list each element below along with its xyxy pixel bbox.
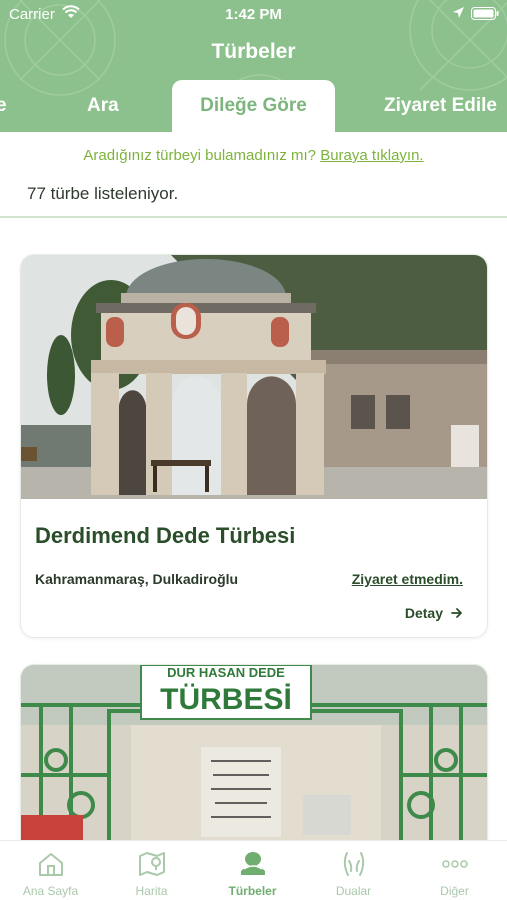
- tomb-photo: [21, 255, 487, 499]
- tomb-card[interactable]: DUR HASAN DEDE TÜRBESİ: [20, 664, 488, 854]
- detail-label: Detay: [404, 605, 443, 621]
- sign-main-text: TÜRBESİ: [160, 683, 292, 716]
- tab-visited[interactable]: Ziyaret Edile: [384, 80, 497, 132]
- praying-hands-icon: [343, 852, 365, 876]
- detail-button[interactable]: Detay: [405, 605, 463, 621]
- not-found-text: Aradığınız türbeyi bulamadınız mı?: [83, 147, 317, 164]
- tab-by-wish[interactable]: Dileğe Göre: [172, 80, 335, 132]
- bottom-tab-bar: Ana Sayfa Harita Türbeler Dualar Diğer: [0, 840, 507, 900]
- segment-tabs: e Ara Dileğe Göre Ziyaret Edile: [0, 80, 507, 132]
- status-bar: Carrier 1:42 PM: [0, 0, 507, 28]
- tabbar-label: Ana Sayfa: [22, 884, 79, 898]
- tabbar-label: Harita: [135, 884, 168, 898]
- tabbar-item-prayers[interactable]: Dualar: [303, 841, 404, 900]
- tabbar-label: Diğer: [440, 884, 469, 898]
- not-found-prompt: Aradığınız türbeyi bulamadınız mı? Buray…: [0, 147, 507, 164]
- location-arrow-icon: [453, 7, 464, 18]
- page-title: Türbeler: [211, 40, 296, 63]
- map-icon: [139, 852, 165, 876]
- divider: [0, 216, 507, 218]
- sign-top-text: DUR HASAN DEDE: [167, 665, 285, 680]
- arrow-right-icon: [451, 608, 462, 618]
- tabbar-item-more[interactable]: Diğer: [404, 841, 505, 900]
- tabbar-label: Türbeler: [228, 884, 277, 898]
- tab-previous[interactable]: e: [0, 80, 7, 132]
- tabbar-label: Dualar: [335, 884, 372, 898]
- tabbar-item-tombs[interactable]: Türbeler: [202, 841, 303, 900]
- tomb-photo: DUR HASAN DEDE TÜRBESİ: [21, 665, 487, 853]
- header: Carrier 1:42 PM Türbeler e Ara Dileğe Gö…: [0, 0, 507, 132]
- home-icon: [39, 853, 63, 876]
- tomb-name: Derdimend Dede Türbesi: [35, 523, 296, 548]
- tabbar-item-home[interactable]: Ana Sayfa: [0, 841, 101, 900]
- visit-status-link[interactable]: Ziyaret etmedim.: [352, 571, 463, 587]
- result-count: 77 türbe listeleniyor.: [27, 184, 179, 203]
- status-time: 1:42 PM: [225, 6, 282, 23]
- tab-search[interactable]: Ara: [87, 80, 119, 132]
- tomb-location: Kahramanmaraş, Dulkadiroğlu: [35, 571, 239, 587]
- tomb-card[interactable]: Derdimend Dede Türbesi Kahramanmaraş, Du…: [20, 254, 488, 638]
- not-found-link[interactable]: Buraya tıklayın.: [320, 147, 423, 164]
- tabbar-item-map[interactable]: Harita: [101, 841, 202, 900]
- more-icon: [442, 860, 468, 868]
- tomb-icon: [241, 852, 265, 875]
- battery-icon: [471, 7, 499, 20]
